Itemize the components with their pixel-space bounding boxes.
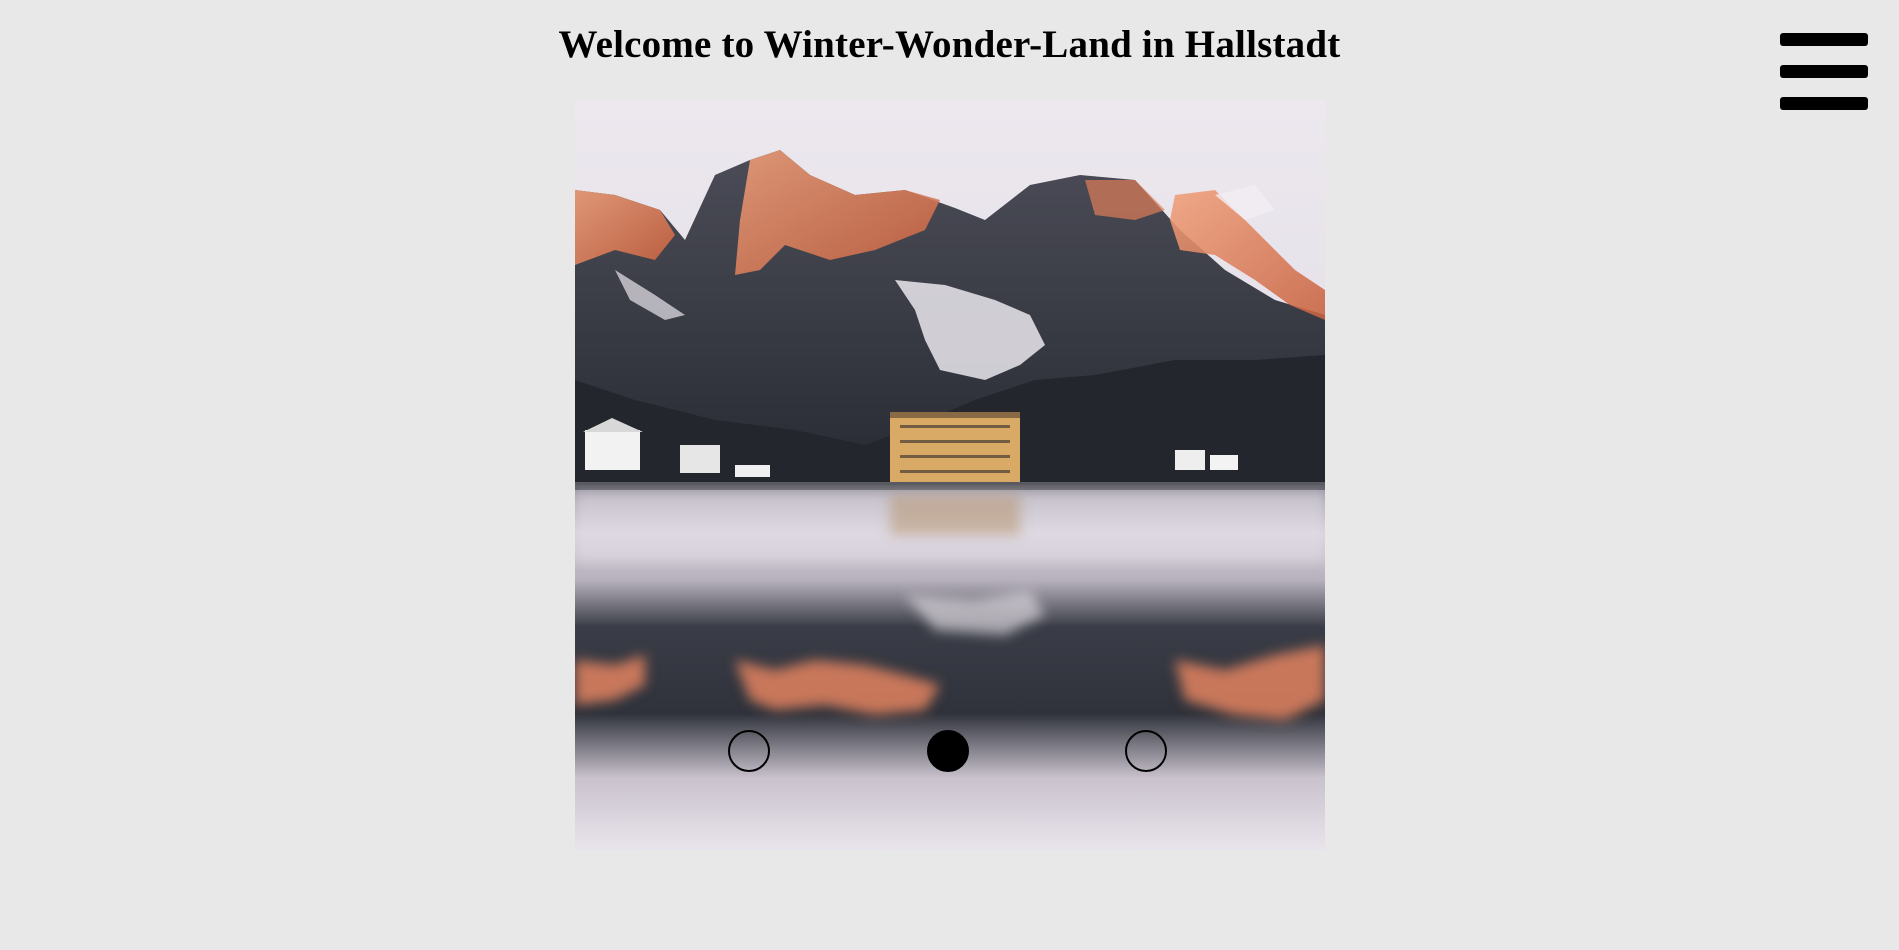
page: Welcome to Winter-Wonder-Land in Hallsta… [0, 0, 1899, 950]
menu-bar-icon [1780, 97, 1868, 110]
slide-dot-1[interactable] [728, 730, 770, 772]
hamburger-menu-button[interactable] [1780, 33, 1868, 113]
menu-bar-icon [1780, 65, 1868, 78]
slide-dot-2-active[interactable] [927, 730, 969, 772]
page-title: Welcome to Winter-Wonder-Land in Hallsta… [558, 23, 1341, 66]
slide-dot-3[interactable] [1125, 730, 1167, 772]
image-slideshow [575, 100, 1325, 850]
menu-bar-icon [1780, 33, 1868, 46]
